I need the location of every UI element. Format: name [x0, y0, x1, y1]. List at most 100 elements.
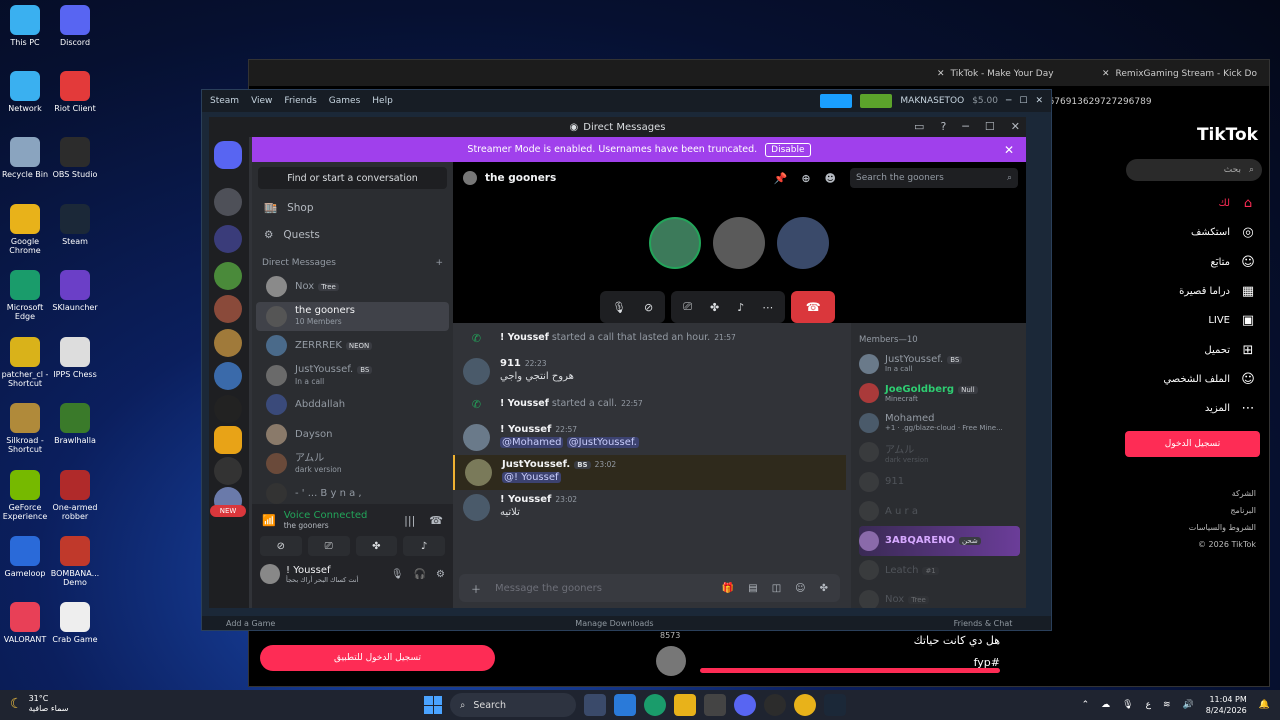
search-input[interactable]: Search the gooners ⌕: [850, 168, 1018, 188]
participant-avatar[interactable]: [777, 217, 829, 269]
desktop-icon[interactable]: Crab Game: [50, 602, 100, 644]
add-game-button[interactable]: Add a Game: [226, 619, 275, 628]
gif-icon[interactable]: ▤: [748, 583, 757, 594]
tiktok-nav-item[interactable]: الملف الشخصي ☺: [1120, 365, 1270, 394]
footer-link[interactable]: الشروط والسياسات: [1120, 519, 1256, 536]
more-icon[interactable]: ⋯: [762, 301, 773, 314]
tab-kick[interactable]: ✕ RemixGaming Stream - Kick Do: [1094, 64, 1265, 84]
clock[interactable]: 11:04 PM 8/24/2026: [1206, 694, 1247, 716]
tiktok-nav-item[interactable]: تحميل ⊞: [1120, 335, 1270, 364]
participant-avatar[interactable]: [713, 217, 765, 269]
message-composer[interactable]: ＋ Message the gooners 🎁 ▤ ◫ ☺ ✤: [459, 574, 840, 602]
gift-icon[interactable]: 🎁: [722, 583, 734, 594]
member-item[interactable]: アムル dark version: [859, 438, 1020, 468]
sticker-icon[interactable]: ◫: [772, 583, 781, 594]
tiktok-app-login-button[interactable]: تسجيل الدخول للتطبيق: [260, 645, 495, 671]
footer-link[interactable]: البرنامج: [1120, 502, 1256, 519]
user-panel[interactable]: ! Youssef أنت كساك البحر أراك بحجأ 🎙 🎧 ⚙: [252, 556, 453, 592]
user-mention[interactable]: @! Youssef: [502, 472, 561, 483]
server-icon[interactable]: [214, 426, 242, 454]
message-author[interactable]: ! Youssef: [500, 332, 549, 343]
member-item[interactable]: Leatch #1: [859, 556, 1020, 586]
tiktok-nav-item[interactable]: لك ⌂: [1120, 189, 1270, 218]
chrome-icon[interactable]: [794, 694, 816, 716]
member-item[interactable]: A u r a: [859, 497, 1020, 527]
desktop-icon[interactable]: Microsoft Edge: [0, 270, 50, 321]
microphone-icon[interactable]: 🎙: [612, 301, 626, 314]
soundboard-icon[interactable]: ♪: [737, 301, 744, 314]
plus-icon[interactable]: ＋: [471, 581, 481, 596]
avatar[interactable]: [463, 424, 490, 451]
server-icon[interactable]: [214, 329, 242, 357]
video-progress-bar[interactable]: [700, 668, 1000, 673]
apps-icon[interactable]: ✤: [820, 583, 828, 594]
disable-streamer-mode-button[interactable]: Disable: [765, 142, 811, 157]
steam-username[interactable]: MAKNASETOO: [900, 96, 964, 106]
desktop-icon[interactable]: SKlauncher: [50, 270, 100, 312]
help-icon[interactable]: ?: [940, 120, 946, 133]
message-author[interactable]: 911: [500, 358, 521, 369]
tiktok-logo[interactable]: TikTok: [1120, 125, 1270, 145]
desktop-icon[interactable]: This PC: [0, 5, 50, 47]
desktop-icon[interactable]: OBS Studio: [50, 137, 100, 179]
server-icon[interactable]: [214, 457, 242, 485]
microphone-icon[interactable]: 🎙: [1122, 700, 1133, 710]
footer-link[interactable]: © 2026 TikTok: [1120, 536, 1256, 553]
emoji-icon[interactable]: ☺: [795, 583, 805, 594]
message-author[interactable]: ! Youssef: [500, 424, 551, 435]
minimize-icon[interactable]: ─: [1006, 96, 1011, 106]
desktop-icon[interactable]: One-armed robber: [50, 470, 100, 521]
server-icon[interactable]: [214, 395, 242, 423]
discord-icon[interactable]: [734, 694, 756, 716]
store-icon[interactable]: [704, 694, 726, 716]
headphones-icon[interactable]: 🎧: [414, 569, 426, 580]
server-icon[interactable]: [214, 188, 242, 216]
volume-icon[interactable]: 🔊: [1183, 700, 1194, 710]
message-author[interactable]: ! Youssef: [500, 398, 549, 409]
noise-suppression-icon[interactable]: |||: [404, 514, 415, 527]
screen-share-button[interactable]: ⎚: [307, 536, 350, 556]
wifi-icon[interactable]: ≋: [1163, 700, 1171, 710]
language-icon[interactable]: ع: [1146, 700, 1151, 710]
desktop-icon[interactable]: patcher_cl - Shortcut: [0, 337, 50, 388]
desktop-icon[interactable]: Google Chrome: [0, 204, 50, 255]
file-explorer-icon[interactable]: [674, 694, 696, 716]
user-mention[interactable]: @JustYoussef.: [566, 437, 639, 448]
server-icon[interactable]: [214, 262, 242, 290]
edge-icon[interactable]: [644, 694, 666, 716]
close-icon[interactable]: ✕: [1004, 143, 1014, 157]
notification-icon[interactable]: 🔔: [1259, 700, 1270, 710]
network-icon[interactable]: ☁: [1101, 700, 1110, 710]
desktop-icon[interactable]: Steam: [50, 204, 100, 246]
desktop-icon[interactable]: BOMBANA... Demo: [50, 536, 100, 587]
member-item[interactable]: Nox Tree: [859, 585, 1020, 608]
members-icon[interactable]: ☻: [825, 172, 836, 185]
desktop-icon[interactable]: Brawlhalla: [50, 403, 100, 445]
sidebar-item-quests[interactable]: ⚙ Quests: [252, 221, 453, 248]
message-input[interactable]: Message the gooners: [495, 583, 708, 594]
participant-avatar[interactable]: [649, 217, 701, 269]
dm-item[interactable]: the gooners 10 Members: [256, 301, 449, 331]
manage-downloads-button[interactable]: Manage Downloads: [575, 619, 653, 628]
tab-tiktok[interactable]: ✕ TikTok - Make Your Day: [929, 64, 1062, 84]
sidebar-item-shop[interactable]: 🏬 Shop: [252, 194, 453, 221]
plus-icon[interactable]: +: [435, 258, 443, 268]
user-mention[interactable]: @Mohamed: [500, 437, 564, 448]
tiktok-nav-item[interactable]: استكشف ◎: [1120, 218, 1270, 247]
desktop-icon[interactable]: Recycle Bin: [0, 137, 50, 179]
hang-up-button[interactable]: ☎: [791, 291, 836, 323]
desktop-icon[interactable]: IPPS Chess: [50, 337, 100, 379]
steam-menu-item[interactable]: Games: [329, 96, 360, 106]
close-icon[interactable]: ✕: [1011, 120, 1020, 133]
dm-item[interactable]: アムル dark version: [256, 449, 449, 479]
start-button[interactable]: [424, 696, 442, 714]
gear-icon[interactable]: ⚙: [436, 569, 445, 580]
steam-menu-item[interactable]: Steam: [210, 96, 239, 106]
tiktok-nav-item[interactable]: LIVE ▣: [1120, 306, 1270, 335]
dm-item[interactable]: Dayson: [256, 420, 449, 450]
avatar[interactable]: [260, 564, 280, 584]
dm-item[interactable]: ZERRREK NEON: [256, 331, 449, 361]
tiktok-login-button[interactable]: تسجيل الدخول: [1125, 431, 1260, 458]
steam-menu-item[interactable]: Friends: [284, 96, 316, 106]
broadcast-icon[interactable]: [820, 94, 853, 108]
